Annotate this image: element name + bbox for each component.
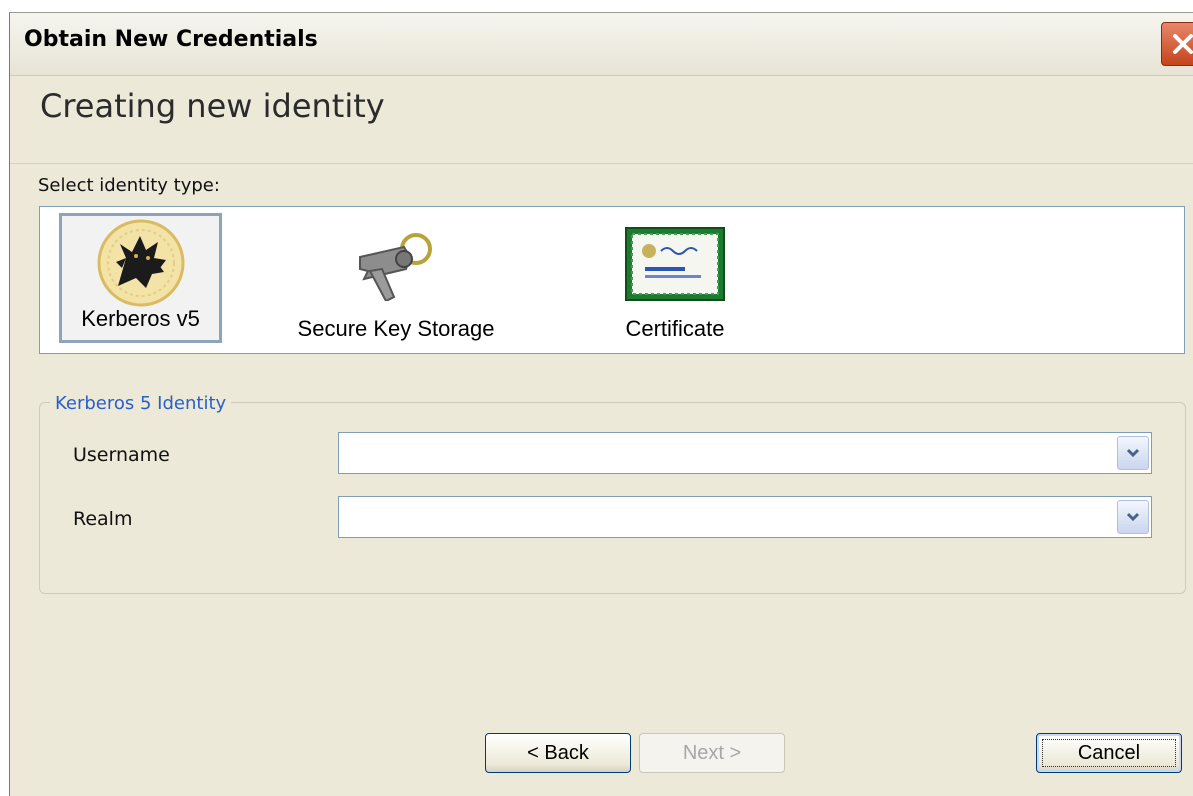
credentials-dialog: Obtain New Credentials Creating new iden…	[9, 12, 1193, 796]
identity-type-label: Select identity type:	[38, 175, 220, 196]
identity-type-label-kerberos: Kerberos v5	[81, 306, 200, 331]
group-title: Kerberos 5 Identity	[50, 393, 232, 414]
realm-dropdown-button[interactable]	[1117, 500, 1149, 534]
keys-icon	[359, 233, 432, 301]
certificate-icon	[625, 227, 725, 301]
cancel-button[interactable]: Cancel	[1036, 733, 1182, 773]
username-label: Username	[73, 444, 170, 466]
window-title: Obtain New Credentials	[24, 27, 318, 52]
close-button[interactable]	[1161, 22, 1193, 66]
next-button[interactable]: Next >	[639, 733, 785, 773]
realm-input[interactable]	[339, 497, 1109, 537]
identity-type-list: Kerberos v5 Secure Key Storage Certifica…	[39, 206, 1185, 354]
realm-label: Realm	[73, 508, 133, 530]
username-dropdown-button[interactable]	[1117, 436, 1149, 470]
realm-combobox[interactable]	[338, 496, 1152, 538]
username-combobox[interactable]	[338, 432, 1152, 474]
identity-type-label-certificate: Certificate	[625, 316, 725, 341]
identity-type-certificate[interactable]: Certificate	[595, 213, 755, 343]
heading-divider	[10, 163, 1193, 164]
username-input[interactable]	[339, 433, 1109, 473]
chevron-down-icon	[1126, 448, 1140, 458]
page-heading: Creating new identity	[40, 87, 385, 125]
identity-type-label-secure-key-storage: Secure Key Storage	[297, 316, 495, 341]
identity-type-secure-key-storage[interactable]: Secure Key Storage	[280, 213, 512, 343]
cancel-button-label: Cancel	[1077, 742, 1141, 764]
kerberos-dog-icon	[97, 219, 185, 307]
close-icon	[1173, 34, 1193, 54]
chevron-down-icon	[1126, 512, 1140, 522]
identity-type-kerberos[interactable]: Kerberos v5	[59, 213, 222, 343]
back-button[interactable]: < Back	[485, 733, 631, 773]
title-bar[interactable]: Obtain New Credentials	[10, 13, 1193, 76]
